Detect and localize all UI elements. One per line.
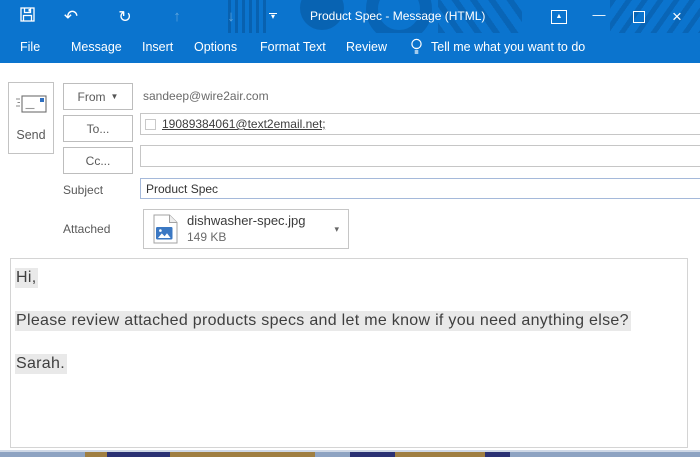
subject-label: Subject [63, 183, 104, 197]
window-title: Product Spec - Message (HTML) [310, 9, 486, 23]
ribbon-display-options-icon: ▲ [551, 9, 567, 24]
cc-field[interactable] [140, 145, 700, 167]
send-label: Send [16, 128, 46, 142]
body-line: Please review attached products specs an… [15, 311, 631, 331]
maximize-button[interactable] [624, 0, 654, 33]
send-button[interactable]: Send [8, 82, 54, 154]
close-icon: × [672, 6, 682, 26]
ribbon-tab-row: File Message Insert Options Format Text … [0, 33, 700, 63]
from-label: From [77, 89, 106, 104]
attachment-size: 149 KB [187, 229, 227, 244]
save-button[interactable] [14, 4, 40, 30]
tab-format-text[interactable]: Format Text [260, 40, 326, 54]
tab-file[interactable]: File [20, 40, 40, 54]
tab-review[interactable]: Review [346, 40, 387, 54]
tell-me-box[interactable]: Tell me what you want to do [410, 38, 585, 56]
attachment-texts: dishwasher-spec.jpg 149 KB [187, 213, 306, 244]
to-recipient-address[interactable]: 19089384061@text2email.net; [162, 117, 326, 131]
redo-icon: ↻ [118, 8, 132, 26]
attachment-dropdown-icon[interactable]: ▾ [334, 224, 339, 235]
send-envelope-icon [15, 94, 47, 120]
attachment-filename: dishwasher-spec.jpg [187, 213, 306, 229]
quick-access-toolbar: ↶ ↻ ↑ ↓ ▾ [0, 0, 280, 33]
message-body-editor[interactable]: Hi, Please review attached products spec… [10, 258, 688, 448]
to-button[interactable]: To... [63, 115, 133, 142]
ribbon-display-options-button[interactable]: ▲ [544, 0, 574, 33]
next-item-button[interactable]: ↓ [218, 4, 244, 30]
from-button[interactable]: From ▼ [63, 83, 133, 110]
cc-label: Cc... [85, 153, 111, 168]
to-label: To... [86, 121, 110, 136]
cc-button[interactable]: Cc... [63, 147, 133, 174]
to-field[interactable]: 19089384061@text2email.net; [140, 113, 700, 135]
maximize-icon [633, 10, 645, 23]
undo-icon: ↶ [63, 6, 79, 26]
redo-button[interactable]: ↻ [112, 4, 138, 30]
attachment-card[interactable]: dishwasher-spec.jpg 149 KB ▾ [143, 209, 349, 249]
tell-me-label: Tell me what you want to do [431, 40, 586, 54]
recipient-checkbox[interactable] [145, 118, 156, 130]
body-line: Sarah. [15, 354, 67, 374]
tab-options[interactable]: Options [194, 40, 237, 54]
tab-message[interactable]: Message [71, 40, 122, 54]
tab-insert[interactable]: Insert [142, 40, 173, 54]
close-button[interactable]: × [662, 0, 692, 33]
undo-button[interactable]: ↶ [58, 4, 84, 30]
attachment-image-file-icon [153, 214, 178, 244]
background-window-sliver [0, 450, 700, 457]
outlook-message-window: ↶ ↻ ↑ ↓ ▾ Product Spec - Message (HTML) … [0, 0, 700, 457]
chevron-down-icon: ▼ [110, 92, 119, 101]
next-item-icon: ↓ [227, 8, 235, 25]
previous-item-button[interactable]: ↑ [164, 4, 190, 30]
minimize-icon: — [592, 7, 606, 22]
title-bar: ↶ ↻ ↑ ↓ ▾ Product Spec - Message (HTML) … [0, 0, 700, 42]
from-address-value: sandeep@wire2air.com [143, 89, 269, 103]
previous-item-icon: ↑ [173, 8, 181, 25]
window-controls: ▲ — × [544, 0, 700, 33]
lightbulb-icon [410, 38, 423, 56]
subject-value: Product Spec [146, 181, 219, 196]
subject-field[interactable]: Product Spec [140, 178, 700, 199]
customize-qat-button[interactable]: ▾ [266, 4, 280, 30]
attached-label: Attached [63, 222, 111, 236]
body-line: Hi, [15, 268, 39, 288]
save-icon [19, 6, 35, 27]
minimize-button[interactable]: — [584, 0, 614, 33]
